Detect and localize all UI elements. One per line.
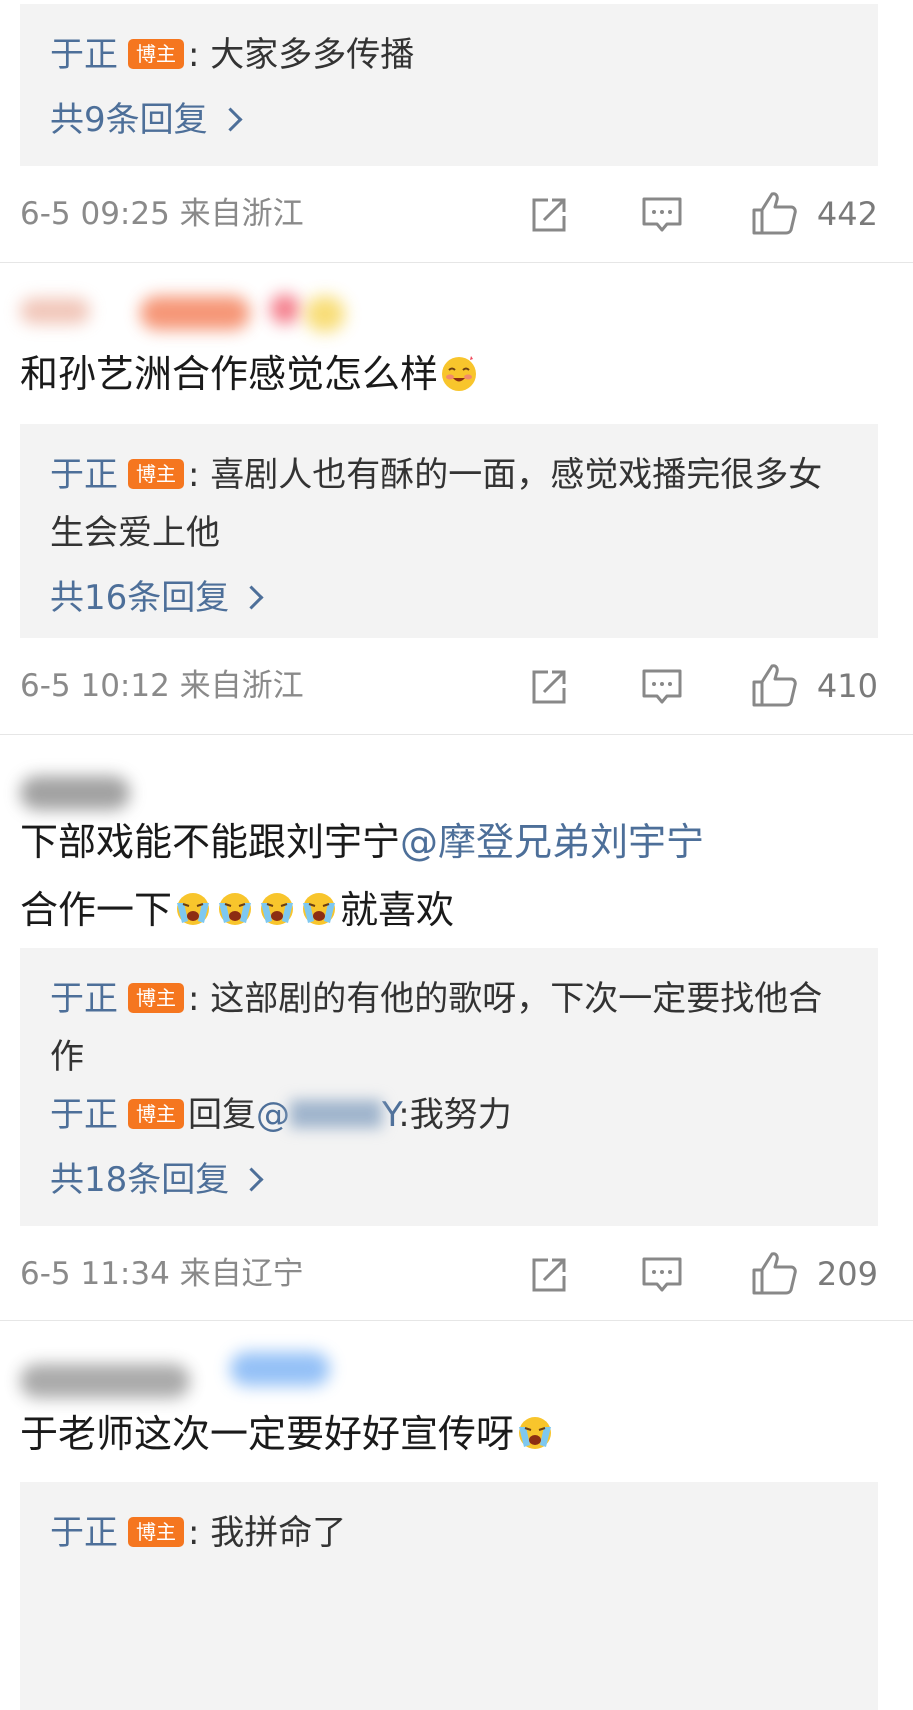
comment-body: 和孙艺洲合作感觉怎么样 bbox=[20, 352, 439, 396]
like-count: 442 bbox=[816, 195, 878, 233]
divider bbox=[0, 734, 913, 735]
reply-text: :我努力 bbox=[398, 1095, 512, 1135]
comment-time-location: 6-5 10:12 来自浙江 bbox=[20, 668, 304, 704]
comment-meta: 6-5 09:25 来自浙江 442 bbox=[20, 184, 878, 244]
reply-prefix: 回复 bbox=[188, 1095, 256, 1135]
reply-separator: : bbox=[188, 1513, 200, 1553]
share-icon[interactable] bbox=[528, 666, 570, 708]
reply-author[interactable]: 于正 bbox=[50, 455, 118, 495]
smiling-face-emoji bbox=[442, 356, 477, 391]
thumbs-up-icon[interactable] bbox=[750, 190, 798, 238]
view-replies-link[interactable]: 共9条回复 bbox=[50, 92, 848, 148]
comment-time-location: 6-5 11:34 来自辽宁 bbox=[20, 1256, 304, 1292]
reply-count-label: 共9条回复 bbox=[50, 100, 208, 140]
reply-line: 于正 博主: 喜剧人也有酥的一面，感觉戏播完很多女生会爱上他 bbox=[50, 446, 848, 562]
comment-feed: 于正 博主: 大家多多传播 共9条回复 6-5 09:25 来自浙江 442 和孙… bbox=[0, 0, 913, 1710]
chevron-right-icon bbox=[218, 107, 243, 132]
comment-body: 就喜欢 bbox=[340, 888, 455, 932]
reply-author[interactable]: 于正 bbox=[50, 979, 118, 1019]
reply-author[interactable]: 于正 bbox=[50, 35, 118, 75]
view-replies-link[interactable]: 共16条回复 bbox=[50, 570, 848, 626]
comment-text: 和孙艺洲合作感觉怎么样 bbox=[20, 340, 880, 408]
thumbs-up-icon[interactable] bbox=[750, 662, 798, 710]
commenter-name-blurred[interactable] bbox=[20, 290, 360, 340]
reply-line: 于正 博主 回复@ Y:我努力 bbox=[50, 1086, 848, 1144]
comment-meta: 6-5 10:12 来自浙江 410 bbox=[20, 656, 878, 716]
share-icon[interactable] bbox=[528, 1254, 570, 1296]
comment-icon[interactable] bbox=[640, 194, 684, 236]
blogger-badge: 博主 bbox=[128, 1517, 184, 1547]
reply-target-mention[interactable]: @ Y bbox=[256, 1095, 398, 1135]
comment-body: 于老师这次一定要好好宣传呀 bbox=[20, 1412, 515, 1456]
comment-meta: 6-5 11:34 来自辽宁 209 bbox=[20, 1244, 878, 1304]
reply-author[interactable]: 于正 bbox=[50, 1095, 118, 1135]
comment-text: 于老师这次一定要好好宣传呀 bbox=[20, 1400, 880, 1468]
reply-separator: : bbox=[188, 979, 200, 1019]
blogger-badge: 博主 bbox=[128, 39, 184, 69]
reply-line: 于正 博主: 这部剧的有他的歌呀，下次一定要找他合作 bbox=[50, 970, 848, 1086]
blogger-badge: 博主 bbox=[128, 1099, 184, 1129]
reply-author[interactable]: 于正 bbox=[50, 1513, 118, 1553]
crying-face-emoji bbox=[177, 893, 210, 925]
user-mention-link[interactable]: @摩登兄弟刘宇宁 bbox=[400, 820, 704, 864]
crying-face-emoji bbox=[519, 1417, 552, 1449]
comment-body: 下部戏能不能跟刘宇宁 bbox=[20, 820, 401, 864]
comment-body: 合作一下 bbox=[20, 888, 173, 932]
divider bbox=[0, 262, 913, 263]
chevron-right-icon bbox=[239, 1167, 264, 1192]
crying-face-emoji bbox=[219, 893, 252, 925]
blogger-badge: 博主 bbox=[128, 459, 184, 489]
comment-time-location: 6-5 09:25 来自浙江 bbox=[20, 196, 304, 232]
like-count: 209 bbox=[816, 1255, 878, 1293]
reply-count-label: 共18条回复 bbox=[50, 1160, 230, 1200]
crying-face-emoji bbox=[303, 893, 336, 925]
comment-icon[interactable] bbox=[640, 1254, 684, 1296]
blogger-badge: 博主 bbox=[128, 983, 184, 1013]
reply-separator: : bbox=[188, 455, 200, 495]
reply-text: 我拼命了 bbox=[210, 1513, 347, 1553]
reply-text: 大家多多传播 bbox=[210, 35, 415, 75]
comment-text: 下部戏能不能跟刘宇宁@摩登兄弟刘宇宁 合作一下 就喜欢 bbox=[20, 808, 880, 944]
thumbs-up-icon[interactable] bbox=[750, 1250, 798, 1298]
reply-box[interactable]: 于正 博主: 我拼命了 bbox=[20, 1482, 878, 1710]
divider bbox=[0, 1320, 913, 1321]
reply-box[interactable]: 于正 博主: 喜剧人也有酥的一面，感觉戏播完很多女生会爱上他 共16条回复 bbox=[20, 424, 878, 638]
reply-count-label: 共16条回复 bbox=[50, 578, 230, 618]
chevron-right-icon bbox=[239, 585, 264, 610]
reply-separator: : bbox=[188, 35, 200, 75]
like-count: 410 bbox=[816, 667, 878, 705]
crying-face-emoji bbox=[261, 893, 294, 925]
blurred-username bbox=[290, 1100, 382, 1128]
comment-icon[interactable] bbox=[640, 666, 684, 708]
reply-box[interactable]: 于正 博主: 这部剧的有他的歌呀，下次一定要找他合作 于正 博主 回复@ Y:我努力 共… bbox=[20, 948, 878, 1226]
view-replies-link[interactable]: 共18条回复 bbox=[50, 1152, 848, 1208]
commenter-name-blurred[interactable] bbox=[20, 1340, 340, 1398]
reply-line: 于正 博主: 大家多多传播 bbox=[50, 26, 848, 84]
share-icon[interactable] bbox=[528, 194, 570, 236]
reply-line: 于正 博主: 我拼命了 bbox=[50, 1504, 848, 1562]
reply-box[interactable]: 于正 博主: 大家多多传播 共9条回复 bbox=[20, 4, 878, 166]
